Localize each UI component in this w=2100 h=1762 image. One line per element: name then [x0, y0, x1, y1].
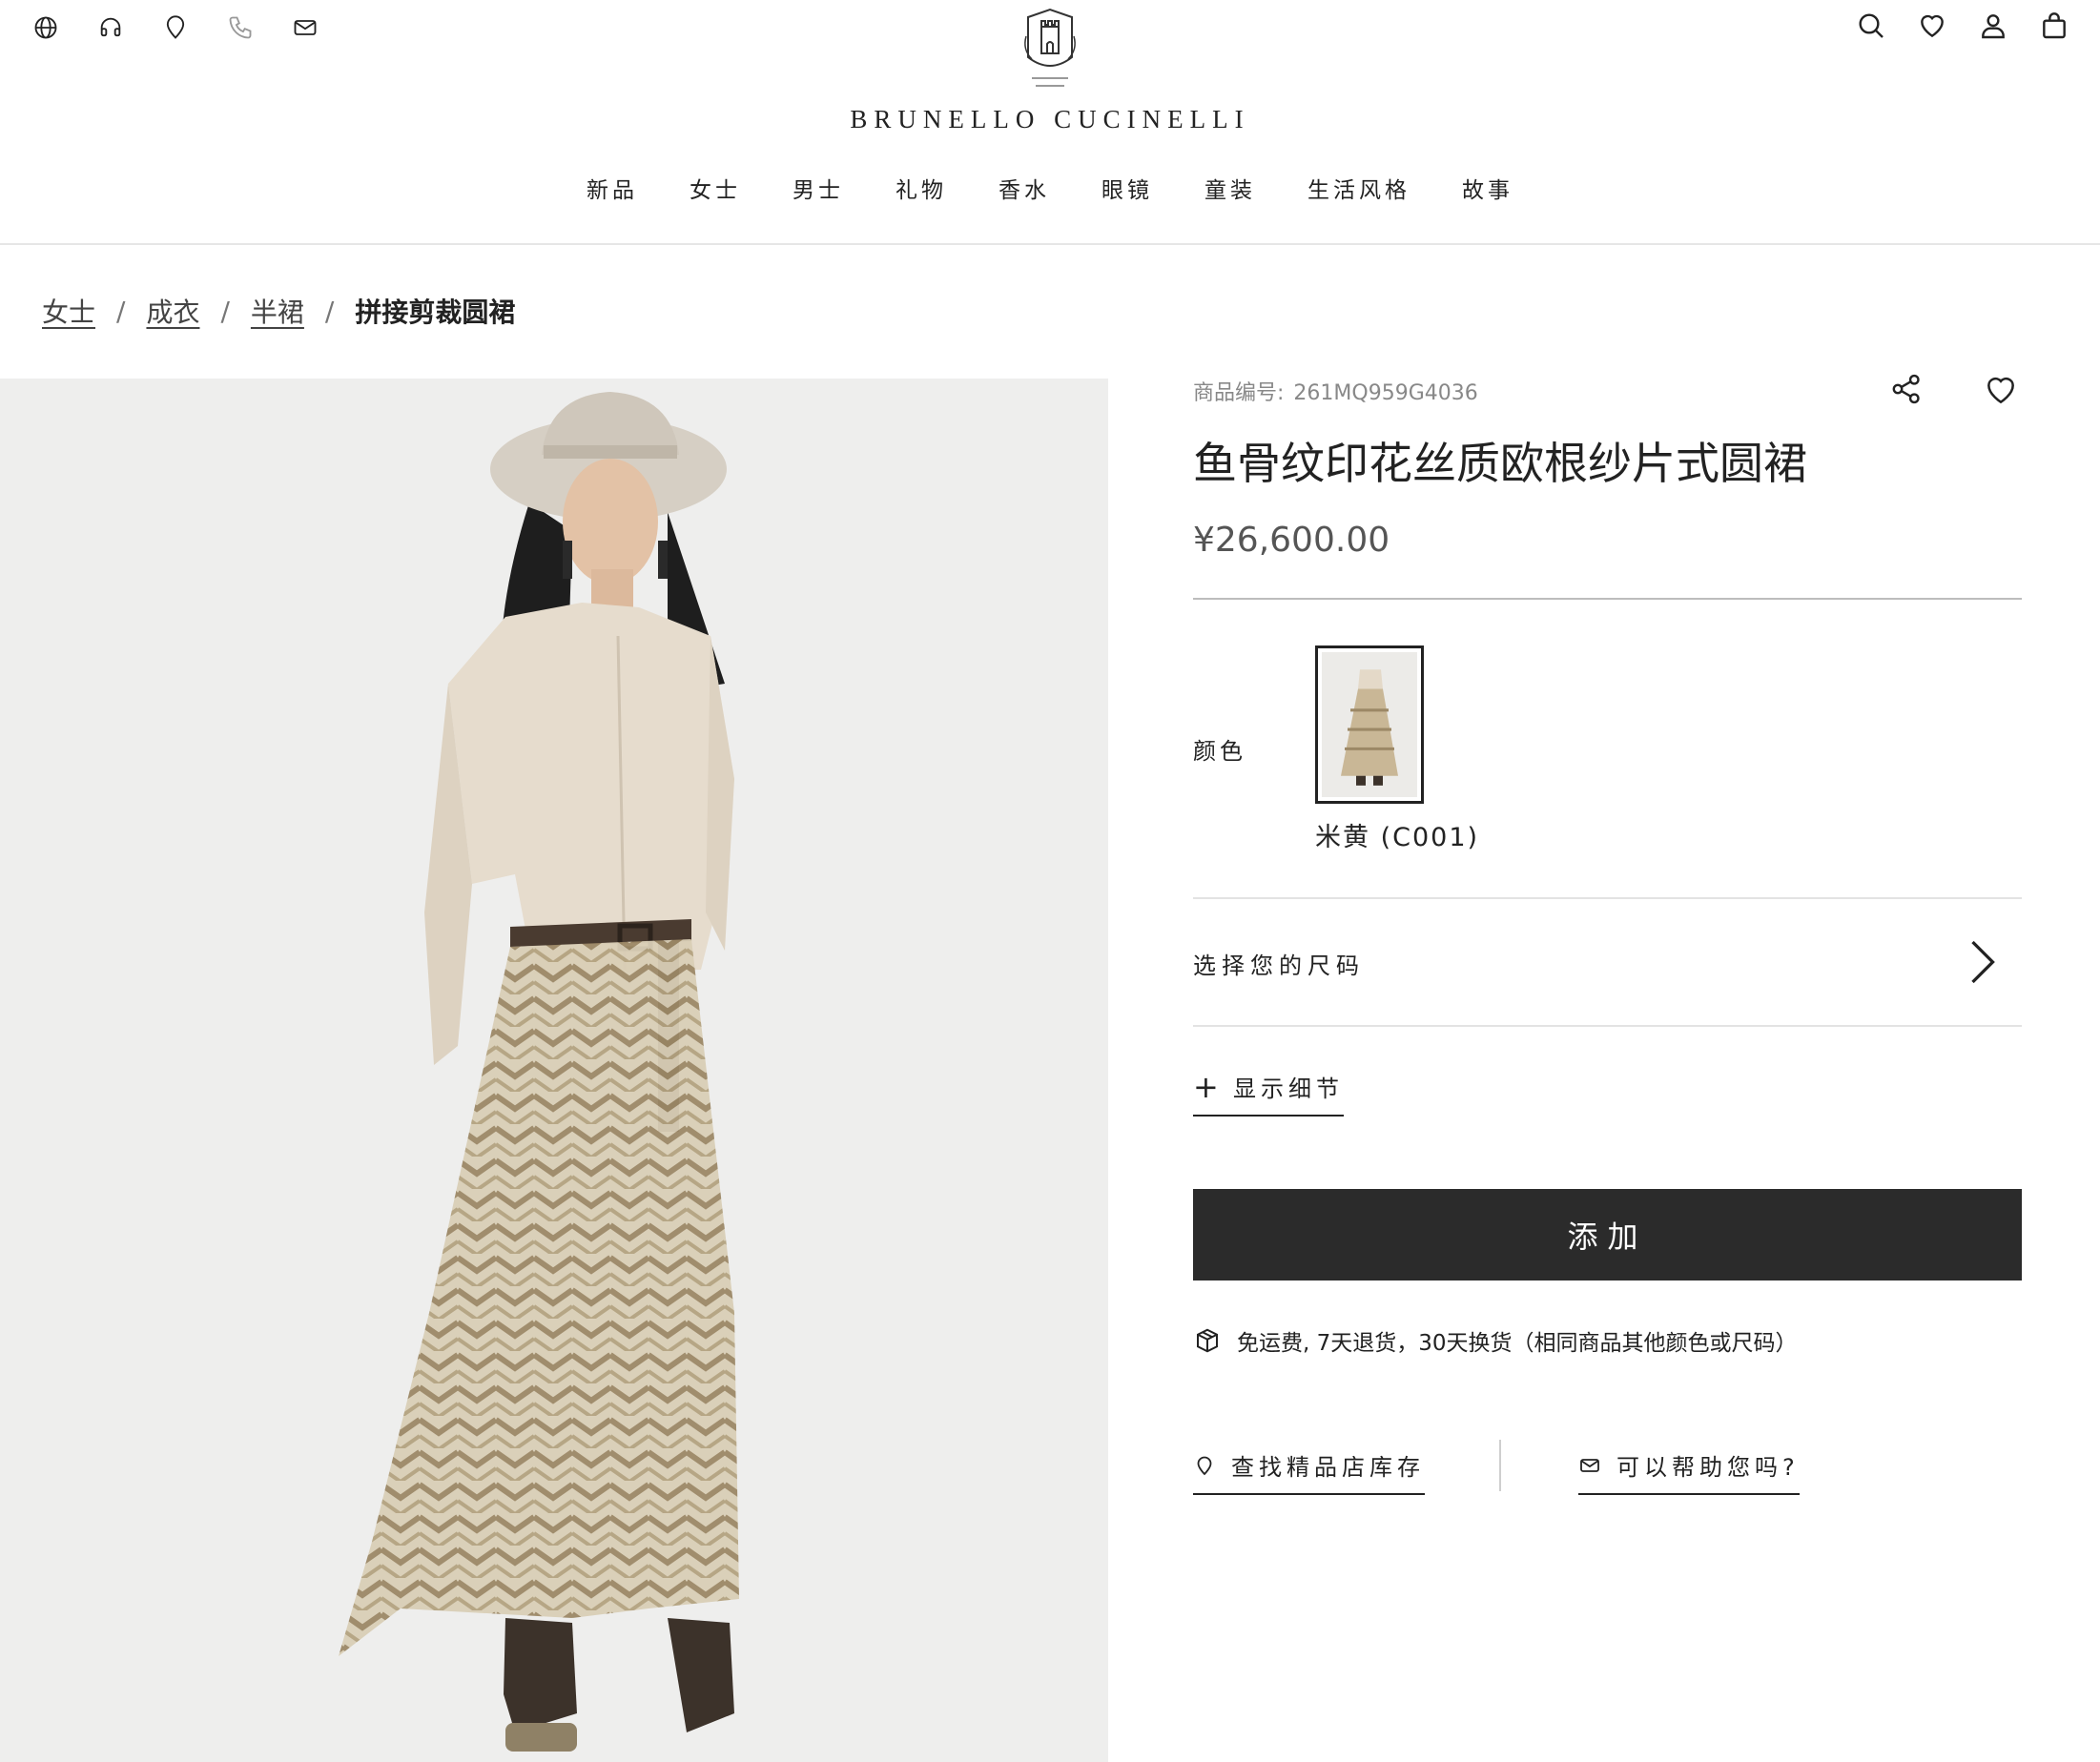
nav-item-kids[interactable]: 童装 — [1204, 172, 1256, 204]
nav-item-stories[interactable]: 故事 — [1462, 172, 1513, 204]
product-title: 鱼骨纹印花丝质欧根纱片式圆裙 — [1193, 438, 1807, 489]
add-to-wishlist-heart-icon[interactable] — [1983, 372, 2019, 406]
nav-item-gifts[interactable]: 礼物 — [896, 172, 947, 204]
breadcrumb-link-ready-to-wear[interactable]: 成衣 — [146, 292, 199, 330]
shipping-note: 免运费, 7天退货，30天换货（相同商品其他颜色或尺码） — [1193, 1324, 1798, 1357]
breadcrumb: 女士 / 成衣 / 半裙 / 拼接剪裁圆裙 — [42, 292, 515, 330]
find-in-store-label: 查找精品店库存 — [1231, 1454, 1425, 1481]
nav-item-lifestyle[interactable]: 生活风格 — [1307, 172, 1410, 204]
nav-item-men[interactable]: 男士 — [793, 172, 844, 204]
show-details-label: 显示细节 — [1233, 1076, 1344, 1102]
shipping-note-text: 免运费, 7天退货，30天换货（相同商品其他颜色或尺码） — [1237, 1331, 1798, 1356]
breadcrumb-separator: / — [220, 295, 230, 327]
product-price: ¥26,600.00 — [1193, 521, 1390, 560]
breadcrumb-current: 拼接剪裁圆裙 — [355, 297, 516, 328]
utility-nav-right — [1856, 10, 2069, 42]
color-label: 颜色 — [1193, 738, 1246, 765]
size-selector-label: 选择您的尺码 — [1193, 953, 1365, 979]
brand-logo[interactable]: BRUNELLO CUCINELLI — [0, 8, 2100, 134]
color-swatch-beige[interactable] — [1315, 645, 1424, 804]
main-nav: 新品 女士 男士 礼物 香水 眼镜 童装 生活风格 故事 — [0, 172, 2100, 204]
search-icon[interactable] — [1856, 10, 1886, 42]
wishlist-heart-icon[interactable] — [1917, 10, 1947, 42]
size-selector[interactable]: 选择您的尺码 — [1193, 899, 2022, 1027]
contact-help-label: 可以帮助您吗? — [1616, 1454, 1800, 1481]
sku-line: 商品编号: 261MQ959G4036 — [1193, 376, 1478, 406]
find-in-store-link[interactable]: 查找精品店库存 — [1193, 1448, 1425, 1495]
show-details-toggle[interactable]: + 显示细节 — [1193, 1070, 1344, 1117]
sku-label: 商品编号: — [1193, 381, 1285, 405]
divider — [1193, 1025, 2022, 1027]
vertical-divider — [1499, 1440, 1501, 1491]
plus-icon: + — [1193, 1068, 1219, 1105]
swatch-thumbnail — [1322, 652, 1417, 797]
nav-item-fragrance[interactable]: 香水 — [999, 172, 1050, 204]
chevron-right-icon — [1971, 940, 1995, 984]
bag-icon[interactable] — [2039, 10, 2069, 42]
model-photo-illustration — [0, 379, 1108, 1762]
nav-item-eyewear[interactable]: 眼镜 — [1101, 172, 1153, 204]
product-image[interactable] — [0, 379, 1108, 1762]
breadcrumb-link-skirts[interactable]: 半裙 — [251, 292, 304, 330]
contact-help-link[interactable]: 可以帮助您吗? — [1578, 1448, 1800, 1495]
brand-wordmark: BRUNELLO CUCINELLI — [850, 105, 1250, 133]
mail-icon — [1580, 1458, 1599, 1472]
brand-crest-icon — [1024, 8, 1076, 87]
breadcrumb-separator: / — [324, 295, 335, 327]
color-swatch-name: 米黄 (C001) — [1315, 823, 1480, 852]
sku-value: 261MQ959G4036 — [1293, 381, 1478, 405]
package-icon — [1197, 1328, 1218, 1353]
breadcrumb-separator: / — [116, 295, 126, 327]
breadcrumb-link-women[interactable]: 女士 — [42, 292, 95, 330]
add-to-cart-button[interactable]: 添加 — [1193, 1189, 2022, 1281]
nav-item-women[interactable]: 女士 — [690, 172, 741, 204]
nav-item-new[interactable]: 新品 — [587, 172, 638, 204]
user-icon[interactable] — [1978, 10, 2008, 42]
location-pin-icon — [1197, 1456, 1212, 1475]
share-icon[interactable] — [1889, 372, 1924, 406]
site-header: BRUNELLO CUCINELLI 新品 女士 男士 礼物 香水 眼镜 童装 … — [0, 0, 2100, 245]
divider — [1193, 598, 2022, 600]
